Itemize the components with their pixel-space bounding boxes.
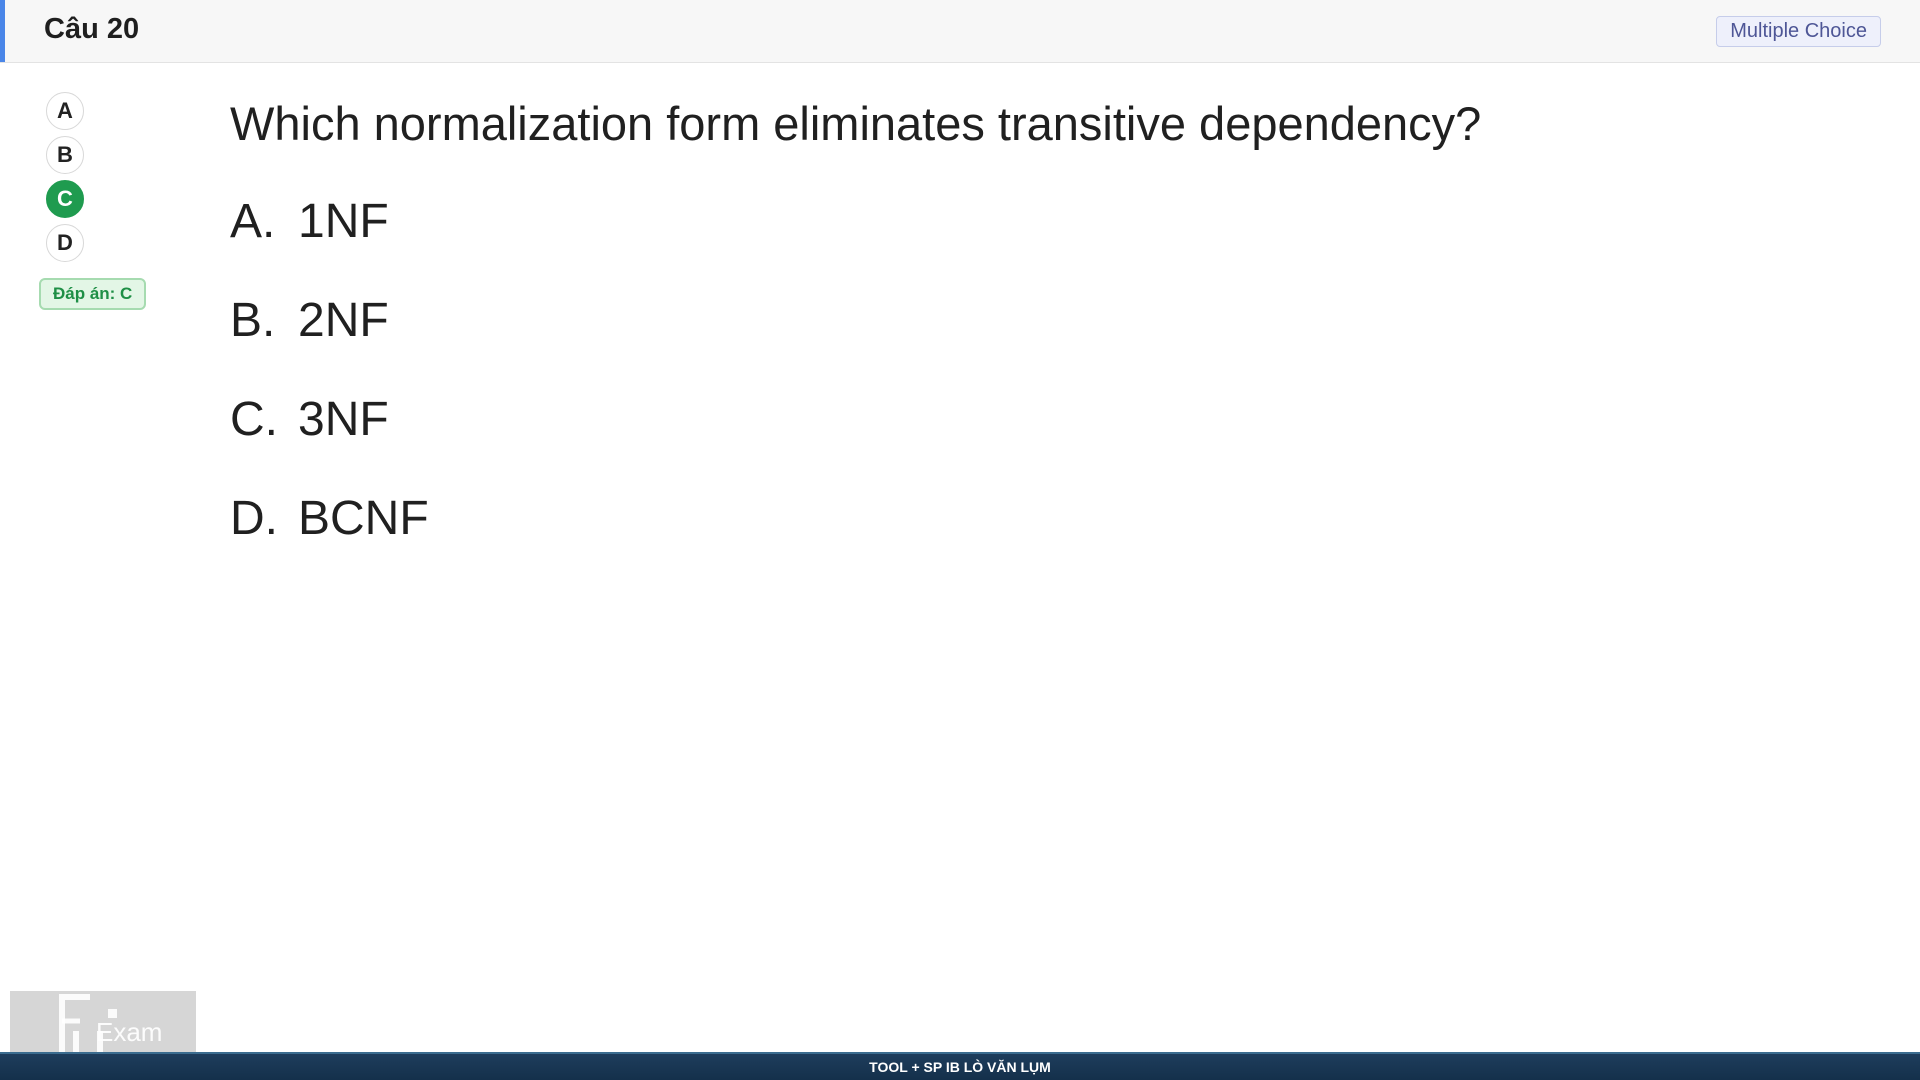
choice-text: 3NF [298,393,389,446]
question-text: Which normalization form eliminates tran… [230,97,1482,150]
choice-text: 2NF [298,294,389,347]
choice-a: A. 1NF [230,194,389,249]
choice-d: D. BCNF [230,491,429,546]
choice-text: 1NF [298,195,389,248]
choice-letter: C. [230,393,278,446]
answer-badge: Đáp án: C [39,278,147,310]
choice-b: B. 2NF [230,293,389,348]
question-type-badge: Multiple Choice [1716,16,1881,47]
choice-c: C. 3NF [230,392,389,447]
question-number: Câu 20 [44,13,140,45]
choice-text: BCNF [298,492,429,545]
choice-letter: A. [230,195,276,248]
option-a-button[interactable]: A [46,92,84,130]
footer-banner: TOOL + SP IB LÒ VĂN LỤM [0,1052,1920,1080]
option-d-button[interactable]: D [46,224,84,262]
choice-letter: D. [230,492,278,545]
logo-text: Exam [96,1017,162,1047]
header-accent-bar [0,0,5,62]
option-c-button[interactable]: C [46,180,84,218]
choice-letter: B. [230,294,276,347]
question-header: Câu 20 Multiple Choice [0,0,1920,63]
option-b-button[interactable]: B [46,136,84,174]
